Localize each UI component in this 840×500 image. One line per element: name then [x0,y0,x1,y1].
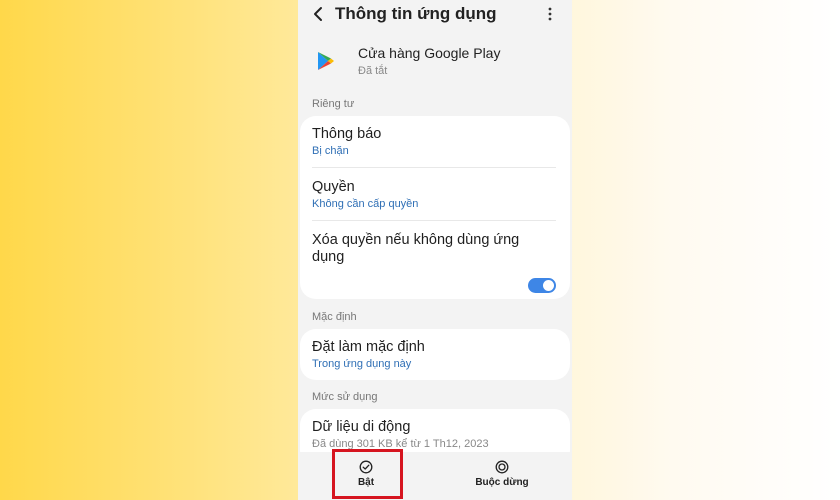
set-default-item[interactable]: Đặt làm mặc định Trong ứng dụng này [312,339,556,370]
permissions-item[interactable]: Quyền Không cần cấp quyền [312,179,556,210]
notifications-title: Thông báo [312,126,382,142]
mobile-data-item[interactable]: Dữ liệu di động Đã dùng 301 KB kể từ 1 T… [312,419,556,450]
force-stop-label: Buộc dừng [475,477,529,488]
permissions-title: Quyền [312,179,355,195]
section-label-defaults: Mặc định [312,311,357,323]
divider [312,167,556,168]
section-label-privacy: Riêng tư [312,98,355,110]
app-status: Đã tắt [358,65,388,77]
top-app-bar: Thông tin ứng dụng [298,0,572,30]
phone-screen: Thông tin ứng dụng Cửa hàng Google Play … [298,0,572,500]
highlight-box [332,449,403,499]
force-stop-button[interactable]: Buộc dừng [464,452,540,500]
set-default-title: Đặt làm mặc định [312,339,425,355]
toggle-knob [543,280,554,291]
app-name: Cửa hàng Google Play [358,45,501,61]
google-play-icon [318,52,334,70]
defaults-card: Đặt làm mặc định Trong ứng dụng này [300,329,570,380]
remove-permissions-toggle[interactable] [528,278,556,293]
section-label-usage: Mức sử dụng [312,391,378,403]
privacy-card: Thông báo Bị chặn Quyền Không cần cấp qu… [300,116,570,299]
notifications-status: Bị chặn [312,145,349,157]
notifications-item[interactable]: Thông báo Bị chặn [312,126,556,157]
divider [312,220,556,221]
set-default-status: Trong ứng dụng này [312,358,412,370]
page-title: Thông tin ứng dụng [335,4,497,23]
more-vertical-icon[interactable] [542,6,558,22]
remove-permissions-title: Xóa quyền nếu không dùng ứng dụng [312,232,520,265]
mobile-data-title: Dữ liệu di động [312,419,411,435]
app-header: Cửa hàng Google Play Đã tắt [298,40,572,82]
back-arrow-icon[interactable] [310,3,328,25]
permissions-status: Không cần cấp quyền [312,198,419,210]
remove-permissions-item[interactable]: Xóa quyền nếu không dùng ứng dụng [312,232,540,266]
stop-circle-icon [495,460,509,474]
